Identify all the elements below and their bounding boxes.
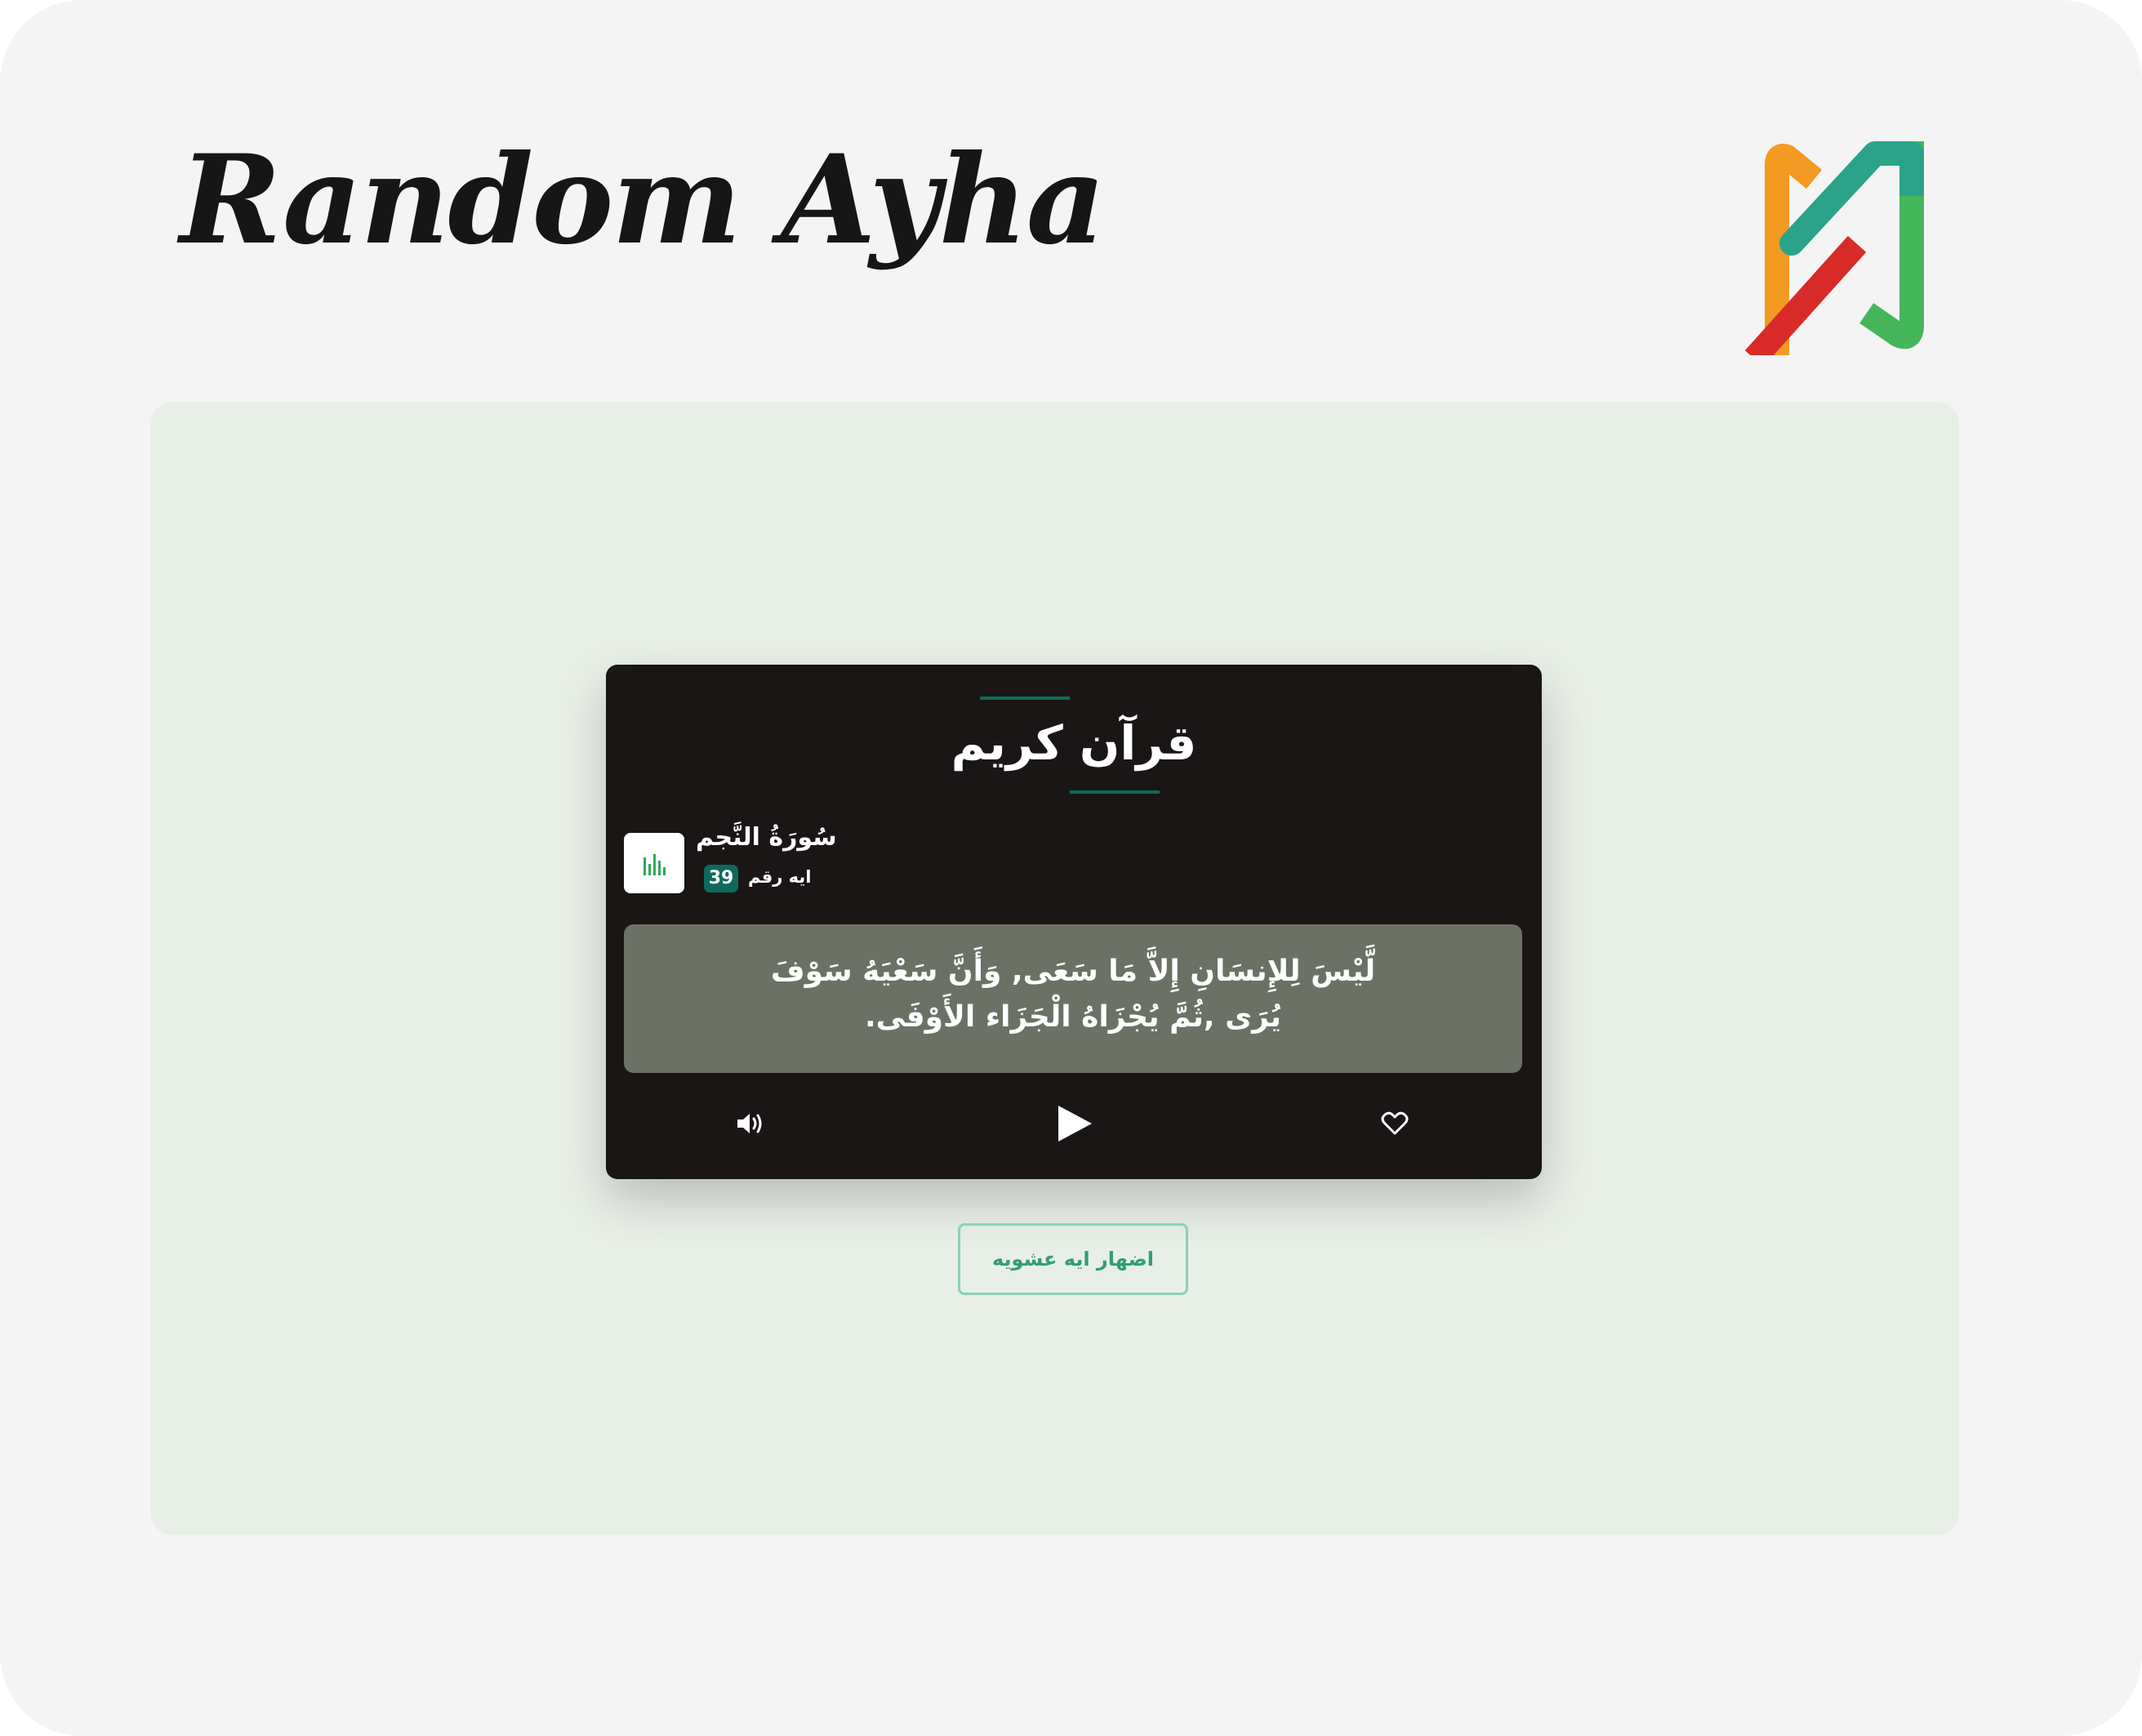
page-title: Random Ayha [180, 128, 1106, 272]
app-frame: Random Ayha قرآن كريم سُورَةُ النَّجم 39… [0, 0, 2142, 1736]
bar-chart-icon [624, 833, 684, 893]
random-ayah-button[interactable]: اضهار ايه عشويه [958, 1223, 1188, 1295]
play-button[interactable] [1050, 1101, 1099, 1150]
m-logo-icon [1744, 139, 1924, 367]
play-icon [1056, 1104, 1093, 1147]
title-divider-top [980, 697, 1070, 700]
ayah-number-label: ايه رقم [748, 867, 812, 887]
like-button[interactable] [1370, 1101, 1419, 1150]
title-divider-bottom [1070, 790, 1160, 794]
ayah-card: قرآن كريم سُورَةُ النَّجم 39 ايه رقم لَّ… [606, 665, 1542, 1179]
volume-icon [735, 1111, 764, 1140]
volume-button[interactable] [725, 1101, 774, 1150]
verse-text: لَّيْسَ لِلإِنسَانِ إِلاَّ مَا سَعَى, وَ… [624, 924, 1522, 1073]
card-title: قرآن كريم [951, 715, 1197, 771]
heart-icon [1381, 1111, 1409, 1140]
ayah-number-badge: 39 [704, 865, 738, 892]
surah-name: سُورَةُ النَّجم [696, 823, 837, 852]
